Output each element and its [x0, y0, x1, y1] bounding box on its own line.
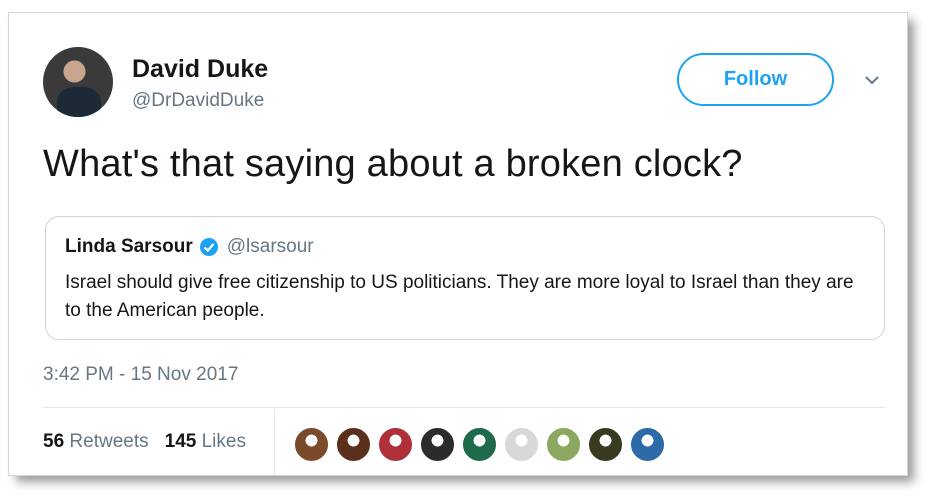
quoted-tweet-text: Israel should give free citizenship to U… — [65, 272, 854, 321]
author-handle[interactable]: @DrDavidDuke — [132, 90, 264, 112]
tweet-text: What's that saying about a broken clock? — [43, 143, 743, 185]
retweets-count: 56 — [43, 431, 65, 452]
stats-divider — [43, 407, 885, 408]
tweet-card: David Duke @DrDavidDuke Follow What's th… — [8, 12, 908, 476]
quoted-author-name: Linda Sarsour — [65, 236, 193, 257]
stats-vertical-divider — [274, 409, 275, 475]
tweet-timestamp[interactable]: 3:42 PM - 15 Nov 2017 — [43, 364, 238, 386]
liker-avatar-6[interactable] — [503, 426, 540, 463]
verified-badge-icon — [199, 238, 218, 256]
liker-avatar-8[interactable] — [587, 426, 624, 463]
retweets-label: Retweets — [69, 431, 149, 452]
liker-avatar-9[interactable] — [629, 426, 666, 463]
liker-avatar-4[interactable] — [419, 426, 456, 463]
follow-button[interactable]: Follow — [677, 53, 834, 106]
quoted-author-handle: @lsarsour — [226, 236, 314, 257]
chevron-down-icon[interactable] — [863, 71, 881, 89]
likes-label: Likes — [201, 431, 246, 452]
liker-avatar-2[interactable] — [335, 426, 372, 463]
quoted-tweet-header: Linda Sarsour @lsarsour — [65, 236, 314, 258]
author-name[interactable]: David Duke — [132, 55, 268, 84]
quoted-tweet[interactable]: Linda Sarsour @lsarsour Israel should gi… — [45, 216, 885, 340]
likes-stat[interactable]: 145 Likes — [165, 431, 246, 453]
likes-count: 145 — [164, 431, 197, 452]
liker-avatar-7[interactable] — [545, 426, 582, 463]
likers-avatars — [293, 426, 671, 463]
liker-avatar-1[interactable] — [293, 426, 330, 463]
liker-avatar-3[interactable] — [377, 426, 414, 463]
liker-avatar-5[interactable] — [461, 426, 498, 463]
tweet-stats: 56 Retweets 145 Likes — [43, 431, 262, 453]
author-avatar[interactable] — [43, 47, 113, 117]
retweets-stat[interactable]: 56 Retweets — [43, 431, 149, 453]
